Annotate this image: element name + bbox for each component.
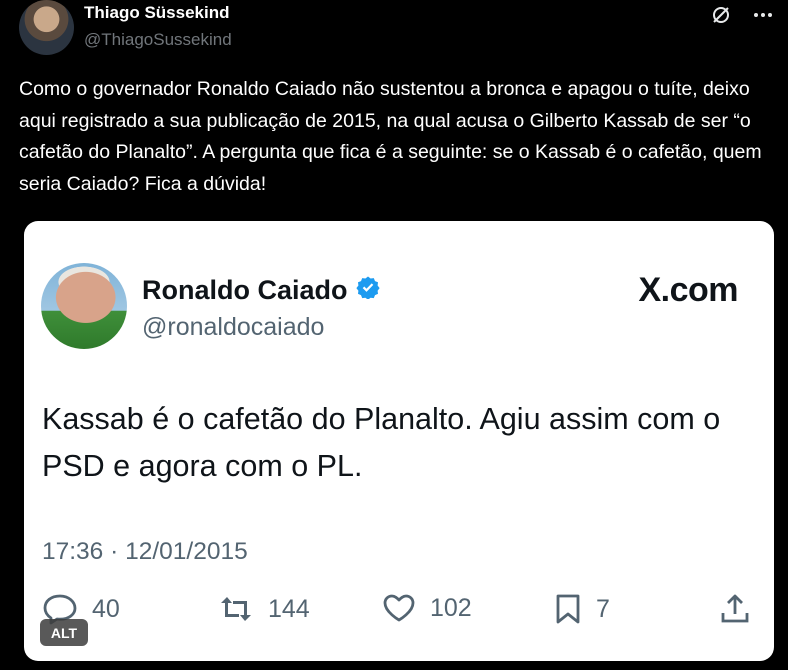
author-avatar[interactable] (19, 0, 74, 55)
bookmark-stat: 7 (554, 593, 610, 625)
alt-badge[interactable]: ALT (40, 619, 88, 646)
embedded-name-row: Ronaldo Caiado (142, 275, 380, 306)
verified-icon (355, 275, 380, 306)
embedded-timestamp: 17:36 · 12/01/2015 (42, 538, 248, 565)
embedded-display-name: Ronaldo Caiado (142, 275, 348, 305)
like-count: 102 (430, 593, 472, 622)
reply-count: 40 (92, 594, 120, 623)
bookmark-icon (554, 593, 582, 625)
x-logo: X.com (638, 271, 738, 309)
embedded-text: Kassab é o cafetão do Planalto. Agiu ass… (42, 402, 721, 483)
post-top-actions (710, 4, 774, 26)
embedded-handle: @ronaldocaiado (142, 313, 325, 341)
repost-icon (218, 593, 254, 625)
more-icon[interactable] (752, 4, 774, 26)
share-stat (720, 593, 750, 625)
author-handle[interactable]: @ThiagoSussekind (84, 30, 232, 50)
author-display-name[interactable]: Thiago Süssekind (84, 3, 229, 23)
embedded-avatar (41, 263, 127, 349)
like-icon (382, 593, 416, 623)
repost-count: 144 (268, 594, 310, 623)
embedded-tweet-image[interactable]: Ronaldo Caiado @ronaldocaiado X.com Kass… (24, 221, 774, 661)
repost-stat: 144 (218, 593, 310, 625)
share-icon (720, 593, 750, 625)
like-stat: 102 (382, 593, 472, 623)
bookmark-count: 7 (596, 594, 610, 623)
embedded-actions: 40 144 102 7 (24, 593, 774, 643)
post-text: Como o governador Ronaldo Caiado não sus… (19, 78, 762, 195)
grok-icon[interactable] (710, 4, 732, 26)
